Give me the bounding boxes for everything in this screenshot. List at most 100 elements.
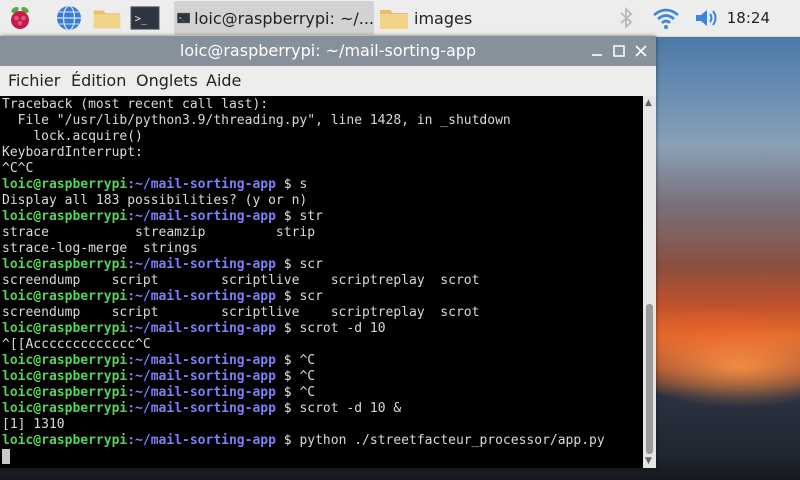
prompt-sign: $ [275, 321, 300, 336]
prompt-path: :~/mail-sorting-app [127, 369, 276, 384]
bluetooth-icon[interactable] [612, 4, 640, 32]
prompt-user: loic@raspberrypi [2, 257, 128, 272]
prompt-sign: $ [275, 257, 300, 272]
terminal-output-line: File "/usr/lib/python3.9/threading.py", … [2, 113, 643, 129]
svg-text:>_: >_ [135, 13, 148, 25]
prompt-sign: $ [275, 209, 300, 224]
taskbar-item-images[interactable]: images [378, 1, 518, 35]
command-text: ^C [299, 369, 316, 384]
output-text: screendump script scriptlive scriptrepla… [2, 305, 480, 320]
terminal-prompt-line: loic@raspberrypi:~/mail-sorting-app $ sc… [2, 289, 643, 305]
prompt-user: loic@raspberrypi [2, 177, 128, 192]
terminal-icon: >_ [177, 12, 190, 24]
prompt-path: :~/mail-sorting-app [127, 289, 276, 304]
terminal-prompt-line: loic@raspberrypi:~/mail-sorting-app $ py… [2, 433, 643, 449]
prompt-path: :~/mail-sorting-app [127, 433, 276, 448]
command-text: scrot -d 10 & [299, 401, 402, 416]
terminal-output[interactable]: Traceback (most recent call last): File … [0, 96, 643, 468]
command-text: python ./streetfacteur_processor/app.py [299, 433, 605, 448]
output-text: strace-log-merge strings [2, 241, 198, 256]
output-text: Traceback (most recent call last): [2, 97, 269, 112]
terminal-window: loic@raspberrypi: ~/mail-sorting-app Fic… [0, 36, 656, 468]
menu-bar: Fichier Édition Onglets Aide [0, 66, 656, 96]
prompt-user: loic@raspberrypi [2, 209, 128, 224]
prompt-sign: $ [275, 385, 300, 400]
web-browser-icon[interactable] [54, 3, 84, 33]
prompt-path: :~/mail-sorting-app [127, 209, 276, 224]
text-cursor [2, 449, 10, 464]
prompt-user: loic@raspberrypi [2, 369, 128, 384]
menu-onglets[interactable]: Onglets [136, 66, 198, 96]
taskbar-item-terminal[interactable]: >_ loic@raspberrypi: ~/... [174, 1, 374, 35]
scroll-down-icon[interactable]: ▼ [645, 456, 652, 466]
terminal-prompt-line: loic@raspberrypi:~/mail-sorting-app $ sc… [2, 401, 643, 417]
terminal-cursor-line [2, 449, 643, 465]
output-text: strace streamzip strip [2, 225, 316, 240]
prompt-path: :~/mail-sorting-app [127, 353, 276, 368]
terminal-prompt-line: loic@raspberrypi:~/mail-sorting-app $ sc… [2, 257, 643, 273]
prompt-sign: $ [275, 433, 300, 448]
scrollbar[interactable]: ▲ ▼ [643, 96, 656, 468]
terminal-prompt-line: loic@raspberrypi:~/mail-sorting-app $ ^C [2, 385, 643, 401]
output-text: Display all 183 possibilities? (y or n) [2, 193, 308, 208]
prompt-path: :~/mail-sorting-app [127, 401, 276, 416]
prompt-path: :~/mail-sorting-app [127, 321, 276, 336]
terminal-output-line: lock.acquire() [2, 129, 643, 145]
prompt-path: :~/mail-sorting-app [127, 385, 276, 400]
output-text: ^C^C [2, 161, 34, 176]
command-text: scrot -d 10 [299, 321, 386, 336]
output-text: [1] 1310 [2, 417, 65, 432]
terminal-icon[interactable]: >_ [130, 3, 160, 33]
terminal-prompt-line: loic@raspberrypi:~/mail-sorting-app $ sc… [2, 321, 643, 337]
prompt-user: loic@raspberrypi [2, 321, 128, 336]
prompt-user: loic@raspberrypi [2, 289, 128, 304]
prompt-sign: $ [275, 289, 300, 304]
output-text: ^[[Accccccccccccc^C [2, 337, 151, 352]
window-titlebar[interactable]: loic@raspberrypi: ~/mail-sorting-app [0, 36, 656, 66]
terminal-output-line: screendump script scriptlive scriptrepla… [2, 305, 643, 321]
maximize-button[interactable] [610, 42, 628, 60]
menu-fichier[interactable]: Fichier [8, 66, 60, 96]
prompt-path: :~/mail-sorting-app [127, 177, 276, 192]
minimize-button[interactable] [588, 42, 606, 60]
prompt-path: :~/mail-sorting-app [127, 257, 276, 272]
maximize-icon [613, 45, 625, 57]
minimize-icon [592, 54, 602, 56]
terminal-output-line: ^C^C [2, 161, 643, 177]
command-text: ^C [299, 353, 316, 368]
command-text: scr [299, 289, 323, 304]
terminal-output-line: ^[[Accccccccccccc^C [2, 337, 643, 353]
window-title: loic@raspberrypi: ~/mail-sorting-app [179, 41, 477, 60]
scroll-thumb[interactable] [646, 304, 653, 454]
file-manager-icon[interactable] [92, 3, 122, 33]
menu-edition[interactable]: Édition [71, 66, 126, 96]
taskbar-item-label: loic@raspberrypi: ~/... [194, 8, 374, 28]
close-button[interactable] [632, 42, 650, 60]
terminal-output-line: strace-log-merge strings [2, 241, 643, 257]
output-text: screendump script scriptlive scriptrepla… [2, 273, 480, 288]
terminal-output-line: Display all 183 possibilities? (y or n) [2, 193, 643, 209]
command-text: scr [299, 257, 323, 272]
wifi-icon[interactable] [652, 4, 680, 32]
menu-aide[interactable]: Aide [206, 66, 241, 96]
top-panel: >_ >_ loic@raspberrypi: ~/... images 18:… [0, 0, 800, 37]
prompt-sign: $ [275, 401, 300, 416]
output-text: File "/usr/lib/python3.9/threading.py", … [2, 113, 511, 128]
volume-icon[interactable] [692, 4, 720, 32]
terminal-prompt-line: loic@raspberrypi:~/mail-sorting-app $ st… [2, 209, 643, 225]
terminal-output-line: [1] 1310 [2, 417, 643, 433]
prompt-user: loic@raspberrypi [2, 401, 128, 416]
prompt-sign: $ [275, 369, 300, 384]
terminal-output-line: Traceback (most recent call last): [2, 97, 643, 113]
prompt-sign: $ [275, 353, 300, 368]
terminal-prompt-line: loic@raspberrypi:~/mail-sorting-app $ ^C [2, 353, 643, 369]
taskbar-item-label: images [414, 8, 473, 28]
raspberry-menu-icon[interactable] [5, 3, 35, 33]
command-text: s [299, 177, 308, 192]
terminal-output-line: strace streamzip strip [2, 225, 643, 241]
command-text: str [299, 209, 323, 224]
clock[interactable]: 18:24 [727, 0, 770, 36]
svg-text:>_: >_ [179, 17, 185, 22]
prompt-user: loic@raspberrypi [2, 353, 128, 368]
scroll-up-icon[interactable]: ▲ [645, 98, 652, 108]
